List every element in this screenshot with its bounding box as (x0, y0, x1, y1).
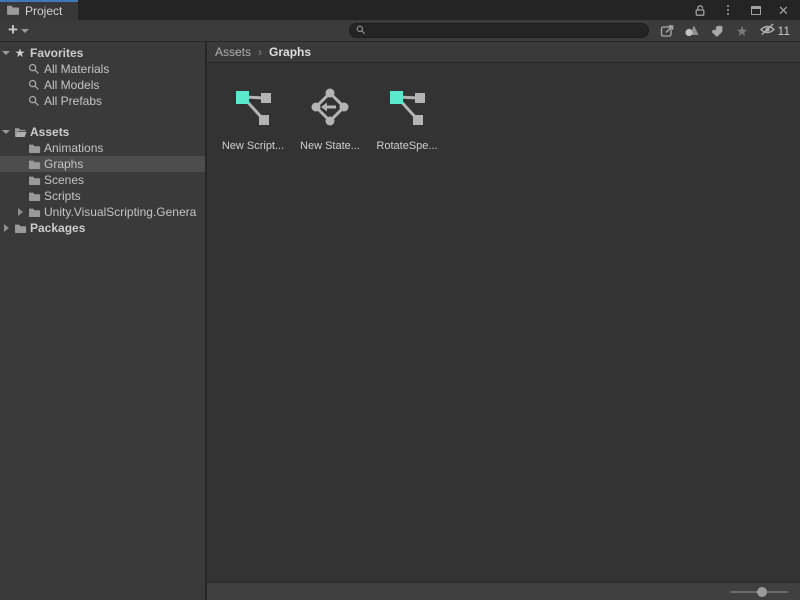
expander-icon[interactable] (0, 224, 12, 232)
sidebar-item-scripts[interactable]: Scripts (0, 188, 205, 204)
asset-item-new-script[interactable]: New Script... (215, 87, 291, 152)
search-icon (26, 79, 42, 91)
close-icon[interactable]: ✕ (777, 4, 790, 17)
breadcrumb-graphs[interactable]: Graphs (269, 45, 311, 59)
sidebar-item-all-models[interactable]: All Models (0, 77, 205, 93)
search-icon (26, 63, 42, 75)
folder-icon (12, 223, 28, 234)
tab-title: Project (25, 4, 62, 18)
search-icon (356, 24, 366, 38)
sidebar-item-packages[interactable]: Packages (0, 220, 205, 236)
sidebar-item-favorites[interactable]: ★ Favorites (0, 45, 205, 61)
toolbar-icons: ★ 11 (655, 21, 794, 41)
plus-icon: + (8, 21, 18, 38)
chevron-right-icon: › (258, 45, 262, 59)
maximize-icon[interactable] (749, 4, 762, 17)
tab-strip: Project ✕ (0, 0, 800, 20)
hidden-eye-icon (759, 23, 776, 39)
slider-knob[interactable] (757, 587, 767, 597)
chevron-down-icon (21, 29, 29, 33)
sidebar-item-all-materials[interactable]: All Materials (0, 61, 205, 77)
sidebar-item-unity-visualscripting-generated[interactable]: Unity.VisualScripting.Genera (0, 204, 205, 220)
script-graph-icon (387, 87, 427, 127)
status-bar (207, 582, 800, 600)
unlock-icon[interactable] (693, 4, 706, 17)
asset-label: New Script... (222, 140, 284, 152)
sidebar-item-scenes[interactable]: Scenes (0, 172, 205, 188)
label-tag-icon[interactable] (705, 21, 730, 41)
folder-tree-sidebar: ★ Favorites All Materials All Models Al (0, 42, 207, 600)
project-window: Project ✕ + (0, 0, 800, 600)
expander-icon[interactable] (0, 51, 12, 55)
folder-icon (26, 143, 42, 154)
script-graph-icon (233, 87, 273, 127)
tab-project[interactable]: Project (0, 0, 78, 20)
folder-open-icon (12, 127, 28, 138)
asset-label: RotateSpe... (376, 140, 437, 152)
sidebar-item-animations[interactable]: Animations (0, 140, 205, 156)
tree-section-gap (0, 109, 205, 124)
folder-icon (26, 159, 42, 170)
kebab-menu-icon[interactable] (721, 4, 734, 17)
sidebar-item-graphs[interactable]: Graphs (0, 156, 205, 172)
sidebar-item-all-prefabs[interactable]: All Prefabs (0, 93, 205, 109)
folder-icon (6, 4, 20, 19)
breadcrumb: Assets › Graphs (207, 42, 800, 63)
hidden-count-toggle[interactable]: 11 (755, 21, 794, 41)
state-graph-icon (310, 87, 350, 127)
search-by-type-icon[interactable] (680, 21, 705, 41)
create-asset-button[interactable]: + (6, 23, 31, 38)
breadcrumb-assets[interactable]: Assets (215, 45, 251, 59)
expander-icon[interactable] (0, 130, 12, 134)
folder-icon (26, 207, 42, 218)
favorites-star-icon[interactable]: ★ (730, 21, 755, 41)
sidebar-item-assets[interactable]: Assets (0, 124, 205, 140)
search-icon (26, 95, 42, 107)
window-controls: ✕ (693, 0, 800, 20)
thumbnail-zoom-slider[interactable] (730, 591, 788, 593)
asset-grid[interactable]: New Script... New (207, 63, 800, 582)
expander-icon[interactable] (14, 208, 26, 216)
search-input[interactable] (370, 25, 642, 37)
folder-icon (26, 175, 42, 186)
star-icon: ★ (12, 47, 28, 59)
asset-item-new-state[interactable]: New State... (292, 87, 368, 152)
folder-icon (26, 191, 42, 202)
project-toolbar: + ★ 11 (0, 20, 800, 42)
search-box[interactable] (349, 23, 649, 38)
open-search-window-icon[interactable] (655, 21, 680, 41)
project-body: ★ Favorites All Materials All Models Al (0, 42, 800, 600)
asset-panel: Assets › Graphs New Script (207, 42, 800, 600)
hidden-count-label: 11 (778, 24, 790, 38)
asset-label: New State... (300, 140, 360, 152)
asset-item-rotatespeed[interactable]: RotateSpe... (369, 87, 445, 152)
